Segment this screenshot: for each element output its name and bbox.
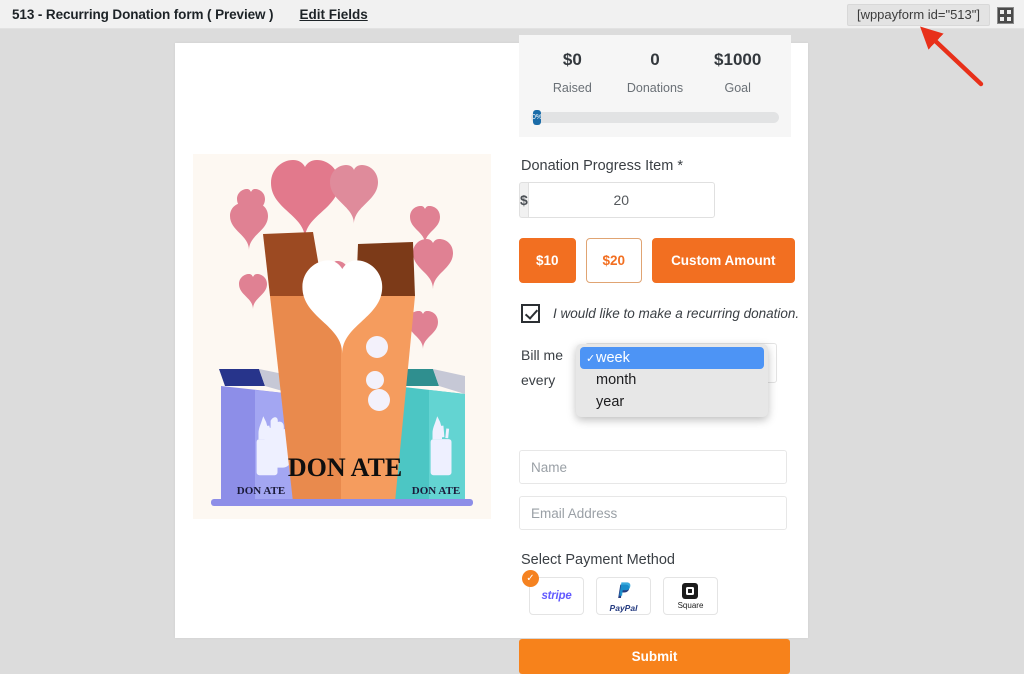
square-wordmark: Square: [677, 601, 704, 611]
payment-method-list: ✓ stripe PayPal Square: [522, 570, 799, 616]
dropdown-option-month-label: month: [596, 372, 637, 388]
square-logo: Square: [677, 582, 704, 611]
stat-goal-value: $1000: [714, 50, 762, 69]
recurring-checkbox-label: I would like to make a recurring donatio…: [553, 306, 800, 322]
annotation-arrow-icon: [920, 26, 984, 87]
donation-stats-panel: $0 Raised 0 Donations $1000 Goal 0%: [519, 35, 791, 138]
progress-percent-badge: 0%: [533, 110, 541, 126]
admin-topbar: 513 - Recurring Donation form ( Preview …: [0, 0, 1024, 29]
left-box-label: DON ATE: [237, 485, 285, 497]
dropdown-option-month[interactable]: month: [576, 369, 768, 391]
payment-method-title: Select Payment Method: [521, 552, 675, 569]
stats-row: $0 Raised 0 Donations $1000 Goal: [531, 49, 779, 95]
donation-boxes-illustration: DON ATE DON ATE DON ATE: [193, 154, 491, 519]
currency-prefix: $: [519, 182, 528, 219]
stat-raised-label: Raised: [552, 81, 592, 96]
payment-method-stripe[interactable]: ✓ stripe: [522, 570, 584, 616]
shortcode-area: [wppayform id="513"]: [846, 4, 1014, 26]
edit-fields-link[interactable]: Edit Fields: [299, 7, 367, 22]
stat-donations: 0 Donations: [614, 49, 697, 95]
billing-interval-dropdown[interactable]: ✓ week month year: [576, 344, 768, 417]
preset-amount-buttons: $10 $20 Custom Amount: [519, 238, 799, 284]
stat-raised: $0 Raised: [531, 49, 614, 95]
square-icon: [682, 583, 699, 600]
donation-amount-label: Donation Progress Item *: [521, 158, 683, 175]
center-box-label: DON ATE: [288, 453, 402, 482]
form-preview-card: DON ATE DON ATE DON ATE $0 Raised 0 Dona…: [175, 35, 808, 674]
selected-check-icon: ✓: [522, 570, 539, 588]
page-title: 513 - Recurring Donation form ( Preview …: [12, 6, 274, 22]
billing-label-line1: Bill me: [521, 347, 564, 364]
stat-donations-label: Donations: [626, 81, 684, 96]
email-input[interactable]: [519, 496, 787, 531]
payment-method-paypal[interactable]: PayPal: [596, 577, 651, 616]
paypal-wordmark: PayPal: [609, 602, 638, 613]
donation-amount-input[interactable]: [527, 182, 715, 219]
donation-amount-group: $: [519, 182, 715, 219]
billing-label-line2: every: [521, 371, 556, 388]
dropdown-option-year-label: year: [596, 394, 625, 410]
paypal-logo: PayPal: [609, 580, 638, 613]
dropdown-option-week-label: week: [596, 350, 630, 366]
name-input[interactable]: [519, 450, 787, 485]
fullscreen-grid-icon[interactable]: [997, 6, 1014, 24]
stat-raised-value: $0: [562, 50, 582, 69]
right-box-label: DON ATE: [412, 485, 460, 497]
shortcode-text[interactable]: [wppayform id="513"]: [846, 4, 990, 26]
stat-donations-value: 0: [650, 50, 660, 69]
dropdown-option-year[interactable]: year: [576, 391, 768, 413]
paypal-icon: [618, 582, 631, 598]
stat-goal: $1000 Goal: [696, 49, 779, 95]
stripe-logo: stripe: [541, 590, 572, 603]
billing-interval-label: Bill me every: [521, 343, 579, 392]
amount-button-custom[interactable]: Custom Amount: [652, 238, 795, 284]
recurring-checkbox[interactable]: [521, 304, 540, 324]
recurring-donation-row[interactable]: I would like to make a recurring donatio…: [521, 304, 800, 324]
amount-button-20[interactable]: $20: [585, 238, 643, 284]
dropdown-option-week[interactable]: ✓ week: [580, 347, 764, 369]
submit-button[interactable]: Submit: [519, 639, 790, 674]
payment-method-square[interactable]: Square: [663, 577, 718, 616]
donation-progress-bar: 0%: [531, 110, 779, 126]
check-icon: ✓: [586, 352, 596, 365]
amount-button-10[interactable]: $10: [519, 238, 576, 284]
stat-goal-label: Goal: [724, 81, 751, 96]
